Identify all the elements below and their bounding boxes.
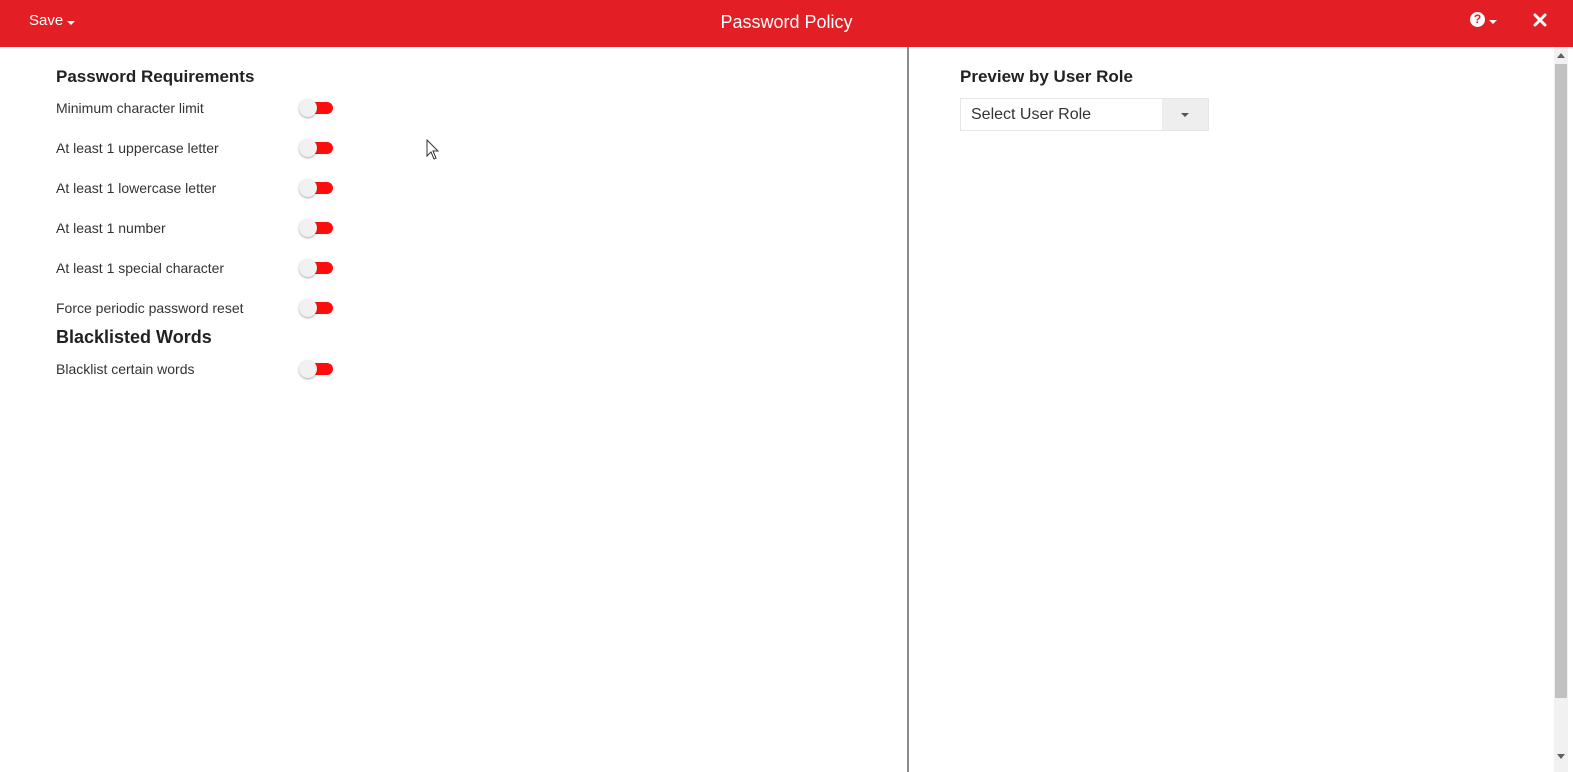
question-circle-icon: ? [1470, 12, 1485, 27]
settings-panel: Password Requirements Minimum character … [0, 47, 909, 772]
setting-label: At least 1 lowercase letter [56, 180, 217, 196]
setting-label: At least 1 number [56, 220, 166, 236]
setting-row: At least 1 lowercase letter [56, 178, 346, 198]
setting-label: Blacklist certain words [56, 361, 195, 377]
preview-panel: Preview by User Role Select User Role [909, 47, 1554, 772]
setting-label: Minimum character limit [56, 100, 204, 116]
vertical-scrollbar[interactable] [1554, 47, 1568, 772]
min-character-limit-toggle[interactable] [299, 99, 333, 117]
setting-label: At least 1 special character [56, 260, 225, 276]
title-bar: Save Password Policy ? [0, 0, 1573, 47]
user-role-select[interactable]: Select User Role [960, 98, 1209, 131]
requirements-heading: Password Requirements [56, 67, 255, 86]
number-toggle[interactable] [299, 219, 333, 237]
periodic-reset-toggle[interactable] [299, 299, 333, 317]
user-role-select-value: Select User Role [971, 106, 1092, 123]
help-menu-button[interactable]: ? [1470, 12, 1497, 27]
toggle-knob [299, 259, 317, 277]
toggle-knob [299, 179, 317, 197]
toggle-knob [299, 139, 317, 157]
special-character-toggle[interactable] [299, 259, 333, 277]
toggle-knob [299, 219, 317, 237]
preview-heading: Preview by User Role [960, 67, 1133, 86]
blacklist-words-toggle[interactable] [299, 360, 333, 378]
dropdown-toggle-button[interactable] [1162, 99, 1208, 130]
close-x-icon [1533, 13, 1547, 27]
toggle-knob [299, 360, 317, 378]
setting-row: Minimum character limit [56, 98, 346, 118]
caret-down-icon [1181, 112, 1189, 117]
toggle-knob [299, 299, 317, 317]
scrollbar-thumb[interactable] [1555, 64, 1567, 698]
scroll-down-arrow-icon[interactable] [1557, 754, 1565, 759]
setting-row: Force periodic password reset [56, 298, 346, 318]
blacklist-heading: Blacklisted Words [56, 327, 212, 347]
lowercase-toggle[interactable] [299, 179, 333, 197]
setting-row: At least 1 number [56, 218, 346, 238]
setting-label: At least 1 uppercase letter [56, 140, 219, 156]
setting-row: At least 1 uppercase letter [56, 138, 346, 158]
setting-row: Blacklist certain words [56, 359, 346, 379]
close-button[interactable] [1532, 10, 1548, 30]
setting-label: Force periodic password reset [56, 300, 244, 316]
setting-row: At least 1 special character [56, 258, 346, 278]
caret-down-icon [1489, 19, 1497, 24]
scroll-up-arrow-icon[interactable] [1557, 53, 1565, 58]
uppercase-toggle[interactable] [299, 139, 333, 157]
window-title: Password Policy [720, 12, 853, 32]
mouse-pointer-icon [426, 139, 440, 160]
toggle-knob [299, 99, 317, 117]
